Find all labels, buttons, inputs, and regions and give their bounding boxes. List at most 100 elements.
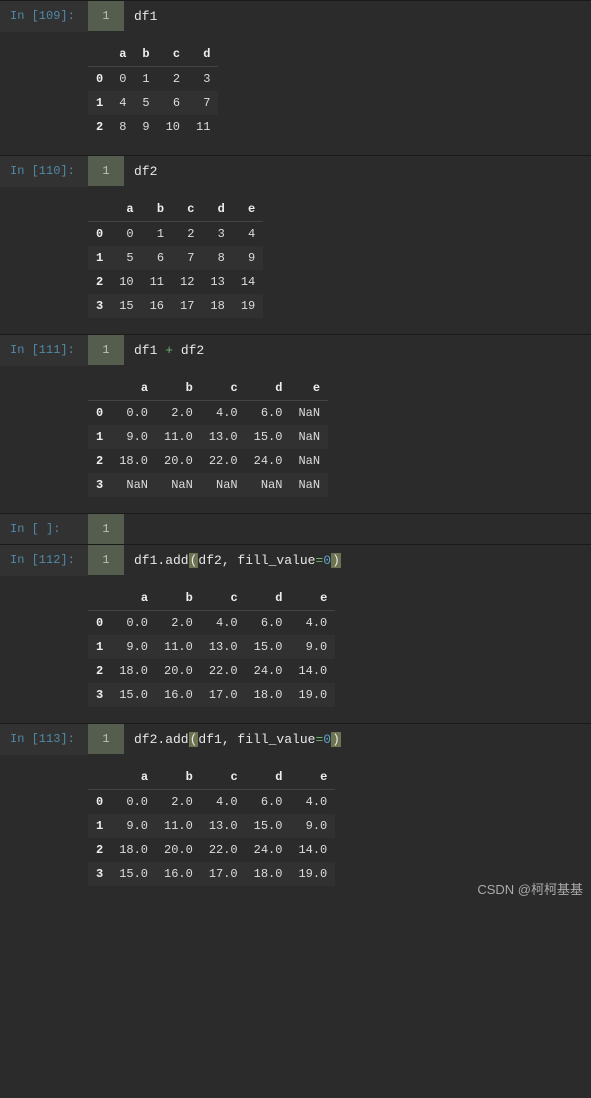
- table-row: 315.016.017.018.019.0: [88, 683, 335, 707]
- column-header: b: [134, 42, 157, 67]
- table-cell: NaN: [290, 425, 328, 449]
- column-header: c: [201, 765, 246, 790]
- table-corner: [88, 376, 111, 401]
- table-corner: [88, 586, 111, 611]
- table-cell: 12: [172, 270, 202, 294]
- table-cell: 2.0: [156, 401, 201, 426]
- input-area[interactable]: 1df1: [88, 1, 591, 32]
- table-cell: 6.0: [246, 790, 291, 815]
- table-cell: 4.0: [201, 401, 246, 426]
- row-index: 0: [88, 222, 111, 247]
- input-area[interactable]: 1: [88, 514, 591, 544]
- code-token: (: [189, 732, 199, 747]
- code-token: 0: [323, 732, 331, 747]
- row-index: 3: [88, 473, 111, 497]
- column-header: c: [158, 42, 188, 67]
- cell-prompt: In [ ]:: [0, 514, 88, 544]
- column-header: d: [246, 376, 291, 401]
- input-area[interactable]: 1df1.add(df2, fill_value=0): [88, 545, 591, 576]
- code-cell: In [111]:1df1 + df2: [0, 334, 591, 366]
- code-token: df2: [173, 343, 204, 358]
- table-cell: 9.0: [111, 635, 156, 659]
- code-token: 0: [323, 553, 331, 568]
- table-cell: 8: [202, 246, 232, 270]
- code-editor[interactable]: df1.add(df2, fill_value=0): [124, 545, 351, 576]
- row-index: 2: [88, 449, 111, 473]
- row-index: 3: [88, 862, 111, 886]
- column-header: b: [156, 586, 201, 611]
- row-index: 1: [88, 635, 111, 659]
- table-cell: 18.0: [111, 449, 156, 473]
- row-index: 1: [88, 425, 111, 449]
- column-header: b: [156, 765, 201, 790]
- table-cell: 1: [134, 67, 157, 92]
- cell-output: abcde0012341567892101112131431516171819: [0, 187, 591, 334]
- code-editor[interactable]: df1 + df2: [124, 335, 214, 366]
- table-cell: 5: [134, 91, 157, 115]
- table-cell: 18: [202, 294, 232, 318]
- column-header: d: [246, 586, 291, 611]
- table-cell: 4.0: [201, 611, 246, 636]
- code-token: +: [165, 343, 173, 358]
- column-header: c: [172, 197, 202, 222]
- code-token: ): [331, 553, 341, 568]
- table-cell: 22.0: [201, 449, 246, 473]
- cell-prompt: In [112]:: [0, 545, 88, 576]
- input-area[interactable]: 1df2.add(df1, fill_value=0): [88, 724, 591, 755]
- table-cell: 14.0: [290, 659, 335, 683]
- code-editor[interactable]: [124, 514, 144, 530]
- table-cell: NaN: [290, 401, 328, 426]
- code-token: df1: [134, 343, 165, 358]
- column-header: b: [142, 197, 172, 222]
- table-row: 19.011.013.015.09.0: [88, 635, 335, 659]
- code-token: df1.add: [134, 553, 189, 568]
- cell-prompt: In [113]:: [0, 724, 88, 755]
- table-cell: 16.0: [156, 862, 201, 886]
- code-editor[interactable]: df2.add(df1, fill_value=0): [124, 724, 351, 755]
- table-cell: 15.0: [246, 425, 291, 449]
- column-header: b: [156, 376, 201, 401]
- table-cell: 9.0: [290, 635, 335, 659]
- table-cell: 18.0: [246, 862, 291, 886]
- dataframe-table: abcde0012341567892101112131431516171819: [88, 197, 263, 318]
- table-row: 19.011.013.015.09.0: [88, 814, 335, 838]
- table-cell: 9.0: [290, 814, 335, 838]
- column-header: e: [233, 197, 263, 222]
- table-cell: NaN: [201, 473, 246, 497]
- table-row: 156789: [88, 246, 263, 270]
- table-cell: 9: [134, 115, 157, 139]
- table-cell: 6: [142, 246, 172, 270]
- table-cell: 9.0: [111, 814, 156, 838]
- code-cell: In [112]:1df1.add(df2, fill_value=0): [0, 544, 591, 576]
- table-cell: 9: [233, 246, 263, 270]
- table-row: 00123: [88, 67, 218, 92]
- column-header: a: [111, 42, 134, 67]
- row-index: 2: [88, 115, 111, 139]
- input-area[interactable]: 1df1 + df2: [88, 335, 591, 366]
- table-cell: 17.0: [201, 862, 246, 886]
- table-cell: 16: [142, 294, 172, 318]
- table-corner: [88, 42, 111, 67]
- code-token: df2: [134, 164, 157, 179]
- table-cell: NaN: [290, 473, 328, 497]
- table-cell: 22.0: [201, 838, 246, 862]
- cell-prompt: In [111]:: [0, 335, 88, 366]
- row-index: 3: [88, 683, 111, 707]
- table-corner: [88, 765, 111, 790]
- table-cell: 14: [233, 270, 263, 294]
- table-cell: 4.0: [290, 611, 335, 636]
- column-header: d: [202, 197, 232, 222]
- dataframe-table: abcd00123145672891011: [88, 42, 218, 139]
- code-token: df1: [134, 9, 157, 24]
- line-number-gutter: 1: [88, 514, 124, 544]
- input-area[interactable]: 1df2: [88, 156, 591, 187]
- table-cell: 4.0: [290, 790, 335, 815]
- table-cell: 10: [111, 270, 141, 294]
- column-header: e: [290, 376, 328, 401]
- table-cell: NaN: [290, 449, 328, 473]
- line-number-gutter: 1: [88, 545, 124, 575]
- row-index: 2: [88, 659, 111, 683]
- code-editor[interactable]: df1: [124, 1, 167, 32]
- table-cell: 4: [233, 222, 263, 247]
- code-editor[interactable]: df2: [124, 156, 167, 187]
